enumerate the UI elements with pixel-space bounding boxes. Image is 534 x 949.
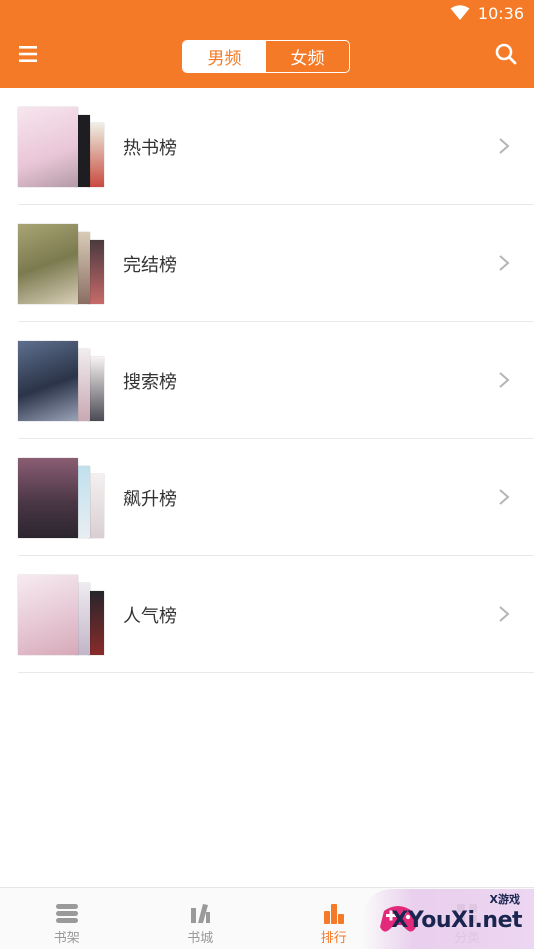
nav-bookshelf[interactable]: 书架 <box>0 888 134 949</box>
ranking-item-popular[interactable]: 人气榜 <box>18 556 534 673</box>
status-bar: 10:36 <box>0 0 534 28</box>
book-cover <box>88 357 104 421</box>
tab-female[interactable]: 女频 <box>266 41 349 72</box>
gender-tab-switch: 男频 女频 <box>182 40 350 73</box>
nav-ranking[interactable]: 排行 <box>267 888 401 949</box>
ranking-item-search[interactable]: 搜索榜 <box>18 322 534 439</box>
ranking-label: 飙升榜 <box>123 489 177 510</box>
book-covers <box>18 224 108 304</box>
wifi-icon <box>450 5 470 20</box>
menu-icon[interactable] <box>16 42 40 66</box>
ranking-item-hot[interactable]: 热书榜 <box>18 88 534 205</box>
nav-label: 书架 <box>53 931 80 946</box>
bottom-nav: 书架 书城 排行 分类 <box>0 887 534 949</box>
chevron-right-icon <box>499 489 510 505</box>
ranking-icon <box>323 904 344 924</box>
ranking-item-rising[interactable]: 飙升榜 <box>18 439 534 556</box>
chevron-right-icon <box>499 255 510 271</box>
book-cover <box>88 240 104 304</box>
book-cover <box>88 474 104 538</box>
chevron-right-icon <box>499 372 510 388</box>
ranking-label: 人气榜 <box>123 606 177 627</box>
ranking-label: 搜索榜 <box>123 372 177 393</box>
book-covers <box>18 341 108 421</box>
ranking-list: 热书榜 完结榜 搜索榜 飙升榜 人气榜 <box>0 88 534 673</box>
book-cover <box>88 123 104 187</box>
toolbar: 男频 女频 <box>0 28 534 88</box>
book-cover <box>76 115 90 187</box>
app-header: 10:36 男频 女频 <box>0 0 534 88</box>
book-covers <box>18 107 108 187</box>
category-icon <box>457 904 478 923</box>
chevron-right-icon <box>499 606 510 622</box>
book-cover <box>18 575 78 655</box>
ranking-label: 热书榜 <box>123 138 177 159</box>
book-cover <box>76 232 90 304</box>
tab-male[interactable]: 男频 <box>183 41 266 72</box>
status-time: 10:36 <box>477 4 524 23</box>
nav-label: 分类 <box>454 931 481 946</box>
book-cover <box>76 349 90 421</box>
nav-bookstore[interactable]: 书城 <box>134 888 268 949</box>
ranking-item-completed[interactable]: 完结榜 <box>18 205 534 322</box>
book-cover <box>76 583 90 655</box>
chevron-right-icon <box>499 138 510 154</box>
book-cover <box>18 458 78 538</box>
book-cover <box>18 107 78 187</box>
bookshelf-icon <box>55 904 78 923</box>
ranking-label: 完结榜 <box>123 255 177 276</box>
book-covers <box>18 575 108 655</box>
nav-label: 书城 <box>187 931 214 946</box>
bookstore-icon <box>191 904 211 923</box>
book-cover <box>88 591 104 655</box>
book-cover <box>18 341 78 421</box>
nav-category[interactable]: 分类 <box>401 888 534 949</box>
book-cover <box>76 466 90 538</box>
nav-label: 排行 <box>320 931 347 946</box>
book-cover <box>18 224 78 304</box>
search-icon[interactable] <box>494 42 518 66</box>
book-covers <box>18 458 108 538</box>
